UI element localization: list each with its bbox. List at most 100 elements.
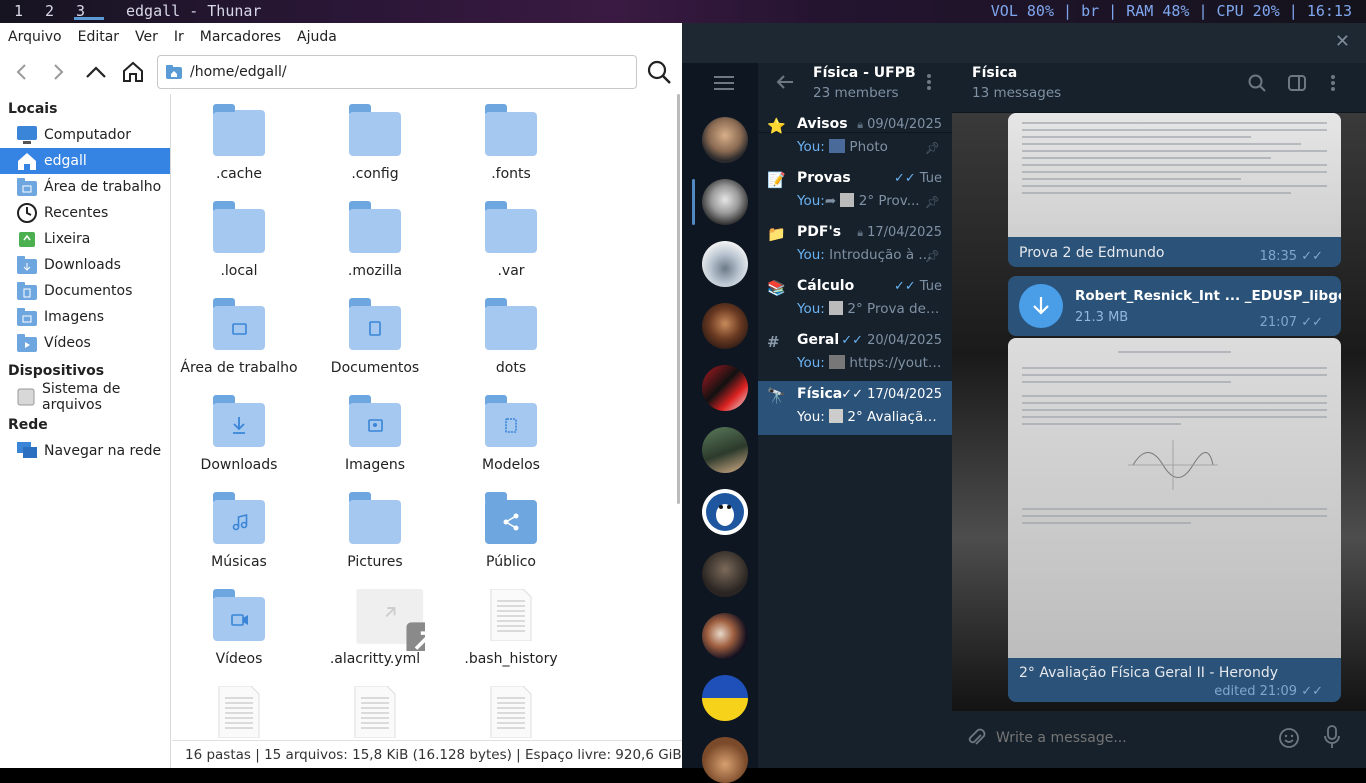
sidebar-toggle-icon[interactable] (1288, 74, 1306, 92)
back-button[interactable] (8, 58, 36, 86)
workspace-3[interactable]: 3 (74, 0, 107, 23)
file-name[interactable]: Robert_Resnick_Int ... _EDUSP_libgen.pdf (1075, 288, 1341, 304)
group-name[interactable]: Física - UFPB (813, 65, 916, 81)
drive-icon (16, 387, 36, 407)
file-size: 21.3 MB (1075, 310, 1129, 325)
sidebar-item-area-de-trabalho[interactable]: Área de trabalho (0, 174, 170, 200)
file-label: .bash_history (464, 651, 558, 667)
photo-message[interactable]: 2° Avaliação Física Geral II - Herondy e… (1008, 338, 1341, 702)
search-button[interactable] (645, 58, 673, 86)
chat-avatar[interactable] (702, 675, 748, 721)
menu-ver[interactable]: Ver (135, 29, 158, 45)
menu-ajuda[interactable]: Ajuda (297, 29, 337, 45)
topic-avisos[interactable]: ⭐ Avisos 🔒︎ 09/04/2025 You: Photo 📌︎ (758, 111, 952, 165)
exam-photo[interactable] (1008, 338, 1341, 658)
topic-provas[interactable]: 📝 Provas ✓✓ Tue You:➦ 2° Prov... 📌︎ (758, 165, 952, 219)
menu-editar[interactable]: Editar (78, 29, 119, 45)
chevron-left-icon (16, 64, 26, 80)
sidebar-item-label: Vídeos (44, 335, 91, 351)
topic-pdfs[interactable]: 📁 PDF's 🔒︎ 17/04/2025 You: Introdução à .… (758, 219, 952, 273)
more-vertical-icon[interactable] (926, 73, 932, 91)
chat-avatar[interactable] (702, 551, 748, 597)
forward-button[interactable] (44, 58, 72, 86)
sidebar-item-edgall[interactable]: edgall (0, 148, 170, 174)
system-status: VOL 80% | br | RAM 48% | CPU 20% | 16:13 (990, 2, 1352, 20)
text-file-icon (218, 686, 260, 738)
topic-name: Geral (797, 332, 840, 348)
sidebar-item-videos[interactable]: Vídeos (0, 330, 170, 356)
microphone-icon[interactable] (1324, 725, 1340, 749)
sidebar-item-computador[interactable]: Computador (0, 122, 170, 148)
home-icon (16, 151, 38, 171)
chat-avatar[interactable] (702, 117, 748, 163)
chat-avatar[interactable] (702, 613, 748, 659)
topic-preview: You:➦ 2° Prov... (797, 193, 920, 209)
attach-icon[interactable] (966, 727, 986, 749)
chevron-right-icon (54, 64, 64, 80)
search-icon[interactable] (1248, 74, 1266, 92)
file-message[interactable]: Robert_Resnick_Int ... _EDUSP_libgen.pdf… (1008, 276, 1341, 336)
message-time: 18:35 ✓✓ (1259, 249, 1323, 264)
books-icon: 📚 (767, 279, 786, 297)
topic-date: ✓✓ 20/04/2025 (841, 333, 942, 348)
topic-geral[interactable]: # Geral ✓✓ 20/04/2025 You: https://youtu.… (758, 327, 952, 381)
sidebar-item-label: Recentes (44, 205, 109, 221)
home-button[interactable] (119, 58, 147, 86)
sidebar-item-lixeira[interactable]: Lixeira (0, 226, 170, 252)
workspace-2[interactable]: 2 (45, 0, 76, 23)
conversation-title[interactable]: Física (972, 65, 1017, 81)
back-arrow-icon[interactable] (776, 74, 794, 90)
folder-icon (213, 201, 265, 253)
file-label: dots (495, 360, 527, 376)
download-button[interactable] (1019, 284, 1063, 328)
workspace-1[interactable]: 1 (14, 0, 45, 23)
emoji-icon[interactable] (1278, 727, 1300, 749)
photo-message[interactable]: Prova 2 de Edmundo 18:35 ✓✓ (1008, 113, 1341, 267)
home-icon (123, 61, 143, 82)
topic-calculo[interactable]: 📚 Cálculo ✓✓ Tue You: 2° Prova de C... (758, 273, 952, 327)
menu-ir[interactable]: Ir (174, 29, 184, 45)
images-folder-icon (349, 395, 401, 447)
sidebar-item-recentes[interactable]: Recentes (0, 200, 170, 226)
up-button[interactable] (82, 58, 110, 86)
exam-photo[interactable] (1008, 113, 1341, 237)
chat-avatar[interactable] (702, 365, 748, 411)
photo-thumb-icon (829, 139, 846, 153)
double-check-icon: ✓✓ (1301, 684, 1323, 699)
menu-arquivo[interactable]: Arquivo (8, 29, 62, 45)
chat-avatar[interactable] (702, 241, 748, 287)
sidebar-item-documentos[interactable]: Documentos (0, 278, 170, 304)
more-vertical-icon[interactable] (1330, 74, 1336, 92)
message-input[interactable] (996, 725, 1246, 751)
sidebar-item-downloads[interactable]: Downloads (0, 252, 170, 278)
sidebar-item-label: Navegar na rede (44, 443, 162, 459)
documents-folder-icon (16, 281, 38, 301)
chat-avatar[interactable] (702, 489, 748, 535)
templates-folder-icon (485, 395, 537, 447)
file-label: Downloads (200, 457, 278, 473)
hamburger-menu-icon[interactable] (714, 75, 734, 91)
double-check-icon: ✓✓ (841, 387, 864, 402)
close-icon[interactable]: ✕ (1335, 31, 1350, 52)
chat-avatar[interactable] (702, 179, 748, 225)
sidebar-item-label: Downloads (44, 257, 121, 273)
topic-fisica[interactable]: 🔭 Física ✓✓ 17/04/2025 You: 2° Avaliação … (758, 381, 952, 435)
sidebar-item-sistema-de-arquivos[interactable]: Sistema de arquivos (0, 381, 170, 413)
chat-avatar[interactable] (702, 427, 748, 473)
folder-icon (485, 104, 537, 156)
topic-list-panel: Física - UFPB 23 members ⭐ Avisos 🔒︎ 09/0… (758, 63, 952, 768)
music-folder-icon (213, 492, 265, 544)
location-bar[interactable]: /home/edgall/ (157, 55, 637, 89)
sidebar-item-navegar-na-rede[interactable]: Navegar na rede (0, 438, 170, 464)
sidebar-item-imagens[interactable]: Imagens (0, 304, 170, 330)
menu-marcadores[interactable]: Marcadores (200, 29, 281, 45)
chat-avatar[interactable] (702, 737, 748, 783)
topic-name: Cálculo (797, 278, 855, 294)
file-label: .var (497, 263, 525, 279)
pin-icon: 📌︎ (924, 195, 940, 209)
star-icon: ⭐ (767, 117, 786, 135)
topic-date: ✓✓ Tue (893, 171, 942, 186)
search-icon (647, 60, 671, 84)
share-folder-icon (485, 492, 537, 544)
chat-avatar[interactable] (702, 303, 748, 349)
